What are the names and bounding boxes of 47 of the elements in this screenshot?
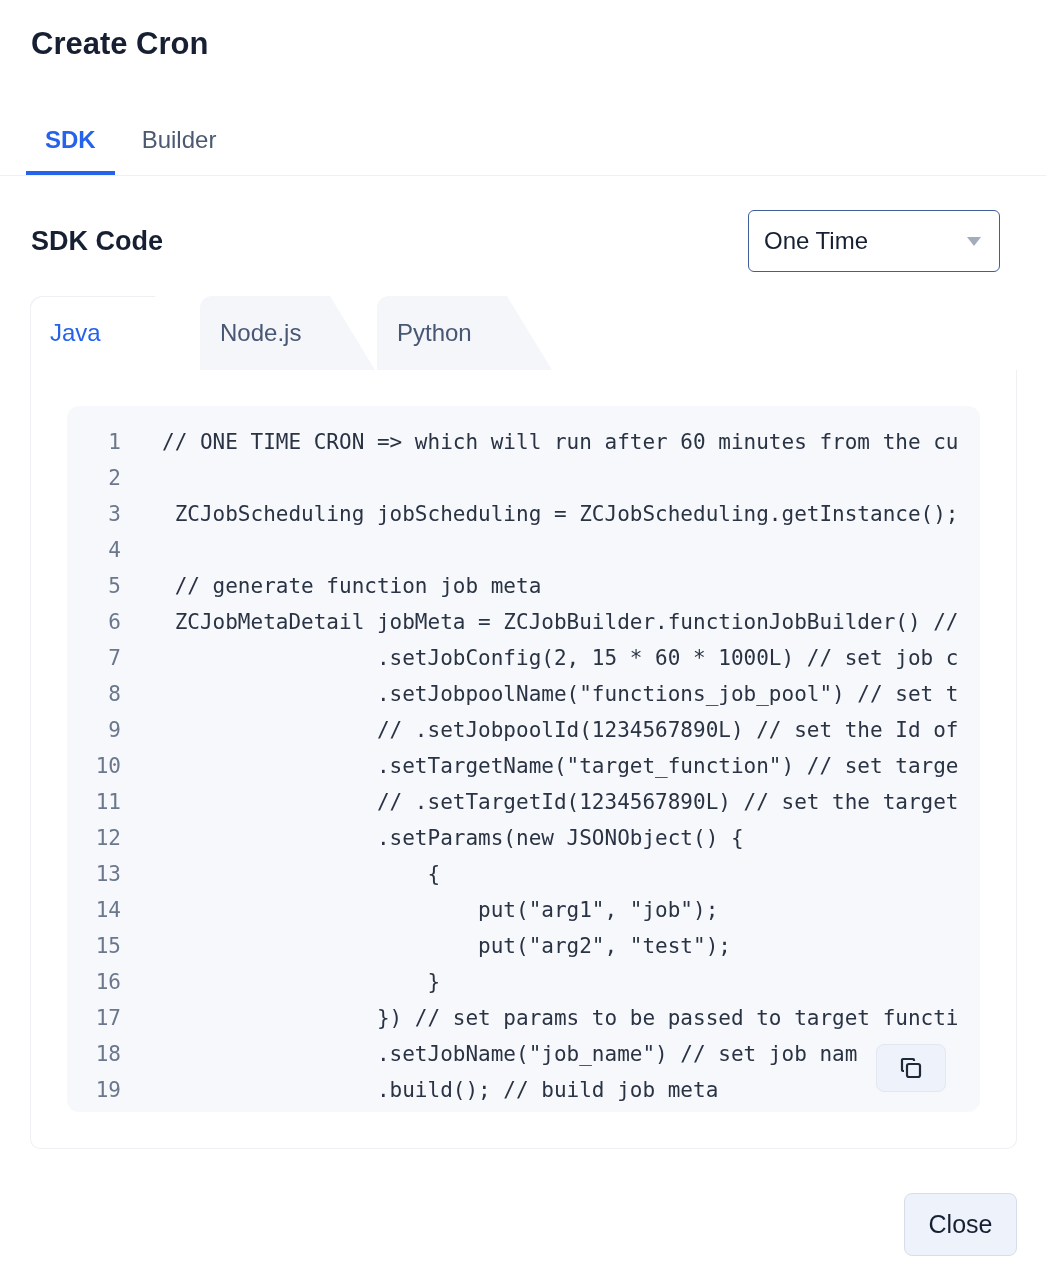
line-number: 15 — [94, 934, 121, 958]
line-number: 7 — [107, 646, 121, 670]
code-line: .setJobConfig(2, 15 * 60 * 1000L) // set job c — [375, 646, 959, 670]
line-number: 3 — [107, 502, 121, 526]
dialog-title: Create Cron — [30, 25, 210, 62]
tab[interactable]: Builder — [122, 118, 236, 175]
code-line: // generate function job meta — [173, 574, 542, 598]
code-line: ZCJobMetaDetail jobMeta = ZCJobBuilder.functionJobBuilder() // — [173, 610, 959, 634]
line-number: 9 — [107, 718, 121, 742]
line-number: 1 — [107, 430, 121, 454]
code-line: }) // set params to be passed to target functi — [375, 1006, 959, 1030]
line-number: 8 — [107, 682, 121, 706]
line-number: 6 — [107, 610, 121, 634]
code-line: .setTargetName("target_function") // set targe — [375, 754, 959, 778]
line-number: 4 — [107, 538, 121, 562]
code-line: .setParams(new JSONObject() { — [375, 826, 744, 850]
line-number: 12 — [94, 826, 121, 850]
code-line: { — [426, 862, 441, 886]
language-tab[interactable]: Node.js — [200, 296, 375, 370]
copy-icon — [899, 1056, 923, 1080]
line-number: 11 — [94, 790, 121, 814]
line-number: 2 — [107, 466, 121, 490]
caret-icon — [967, 236, 981, 246]
code-line: .build(); // build job meta — [375, 1078, 719, 1102]
line-number: 13 — [94, 862, 121, 886]
close-button[interactable]: Close — [904, 1193, 1017, 1256]
code-line: put("arg1", "job"); — [477, 898, 719, 922]
code-line: // .setJobpoolId(1234567890L) // set the Id of — [375, 718, 959, 742]
section-title: SDK Code — [31, 225, 163, 257]
line-number: 14 — [94, 898, 121, 922]
code-line: .setJobName("job_name") // set job nam — [375, 1042, 858, 1066]
code-line: // ONE TIME CRON => which will run after 60 minutes from the cu — [162, 430, 959, 454]
tab[interactable]: SDK — [26, 118, 115, 175]
line-number: 5 — [107, 574, 121, 598]
code-line: } — [426, 970, 441, 994]
line-number: 19 — [94, 1078, 121, 1102]
code-line: // .setTargetId(1234567890L) // set the target — [375, 790, 959, 814]
language-tab[interactable]: Python — [377, 296, 552, 370]
line-number: 10 — [94, 754, 121, 778]
code-line: .setJobpoolName("functions_job_pool") // set t — [375, 682, 959, 706]
schedule-select[interactable]: One Time — [748, 210, 1000, 272]
code-line: put("arg2", "test"); — [477, 934, 731, 958]
line-number: 16 — [94, 970, 121, 994]
line-number: 18 — [94, 1042, 121, 1066]
code-line: ZCJobScheduling jobScheduling = ZCJobScheduling.getInstance(); — [173, 502, 959, 526]
copy-button[interactable] — [876, 1044, 946, 1092]
line-number: 17 — [94, 1006, 121, 1030]
